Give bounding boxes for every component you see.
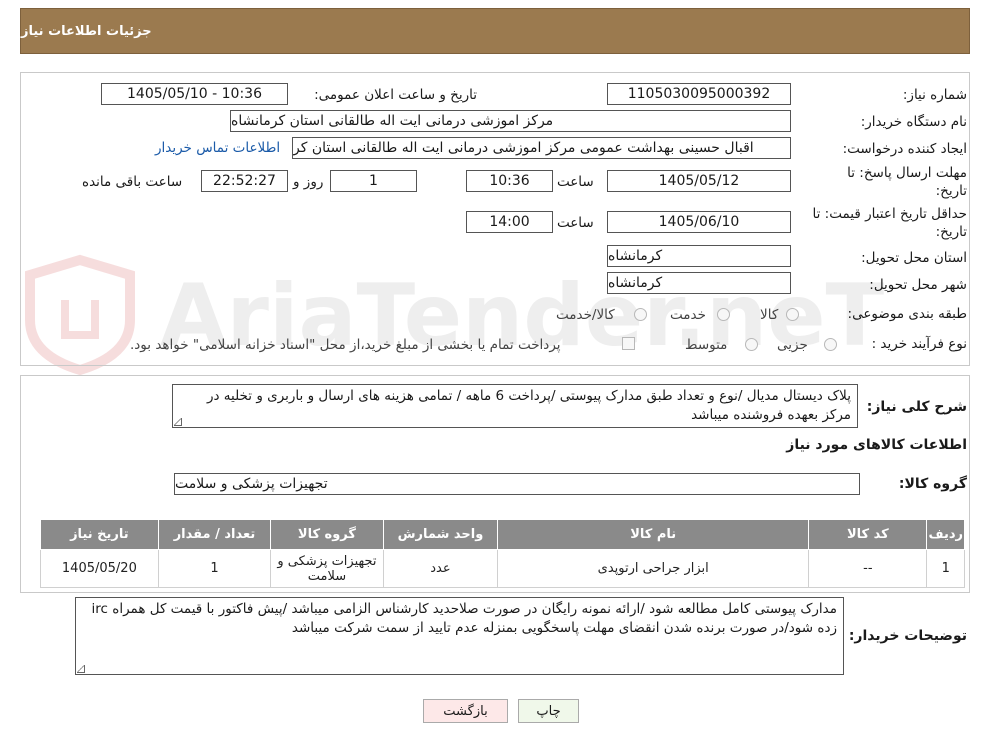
process-option-minor: جزیی (777, 337, 808, 353)
process-radio-minor[interactable] (824, 338, 837, 351)
process-label: نوع فرآیند خرید : (871, 336, 967, 352)
process-radio-medium[interactable] (745, 338, 758, 351)
cell-group: تجهیزات پزشکی و سلامت (270, 549, 384, 588)
cell-code: -- (808, 549, 928, 588)
buyer-field[interactable]: مرکز اموزشی درمانی ایت اله طالقانی استان… (230, 110, 791, 132)
category-label: طبقه بندی موضوعی: (847, 306, 967, 322)
validity-time-label: ساعت (557, 215, 594, 231)
summary-label: شرح کلی نیاز: (866, 399, 967, 415)
summary-text: پلاک دیستال مدیال /نوع و تعداد طبق مدارک… (206, 388, 851, 423)
summary-textarea[interactable]: پلاک دیستال مدیال /نوع و تعداد طبق مدارک… (172, 384, 858, 428)
col-header-row-no: ردیف (926, 519, 965, 550)
buyer-notes-label: توضیحات خریدار: (848, 628, 967, 644)
deadline-label-line1: مهلت ارسال پاسخ: تا (847, 165, 967, 181)
goods-section-title: اطلاعات کالاهای مورد نیاز (786, 437, 967, 453)
col-header-unit: واحد شمارش (382, 519, 499, 550)
page-header: جزئیات اطلاعات نیاز (20, 8, 970, 54)
category-option-goods: کالا (760, 307, 779, 323)
days-label: روز و (293, 174, 324, 190)
page-title: جزئیات اطلاعات نیاز (21, 23, 152, 39)
table-row: 1 -- ابزار جراحی ارتوپدی عدد تجهیزات پزش… (40, 549, 965, 588)
province-label: استان محل تحویل: (861, 250, 967, 266)
cell-row-no: 1 (926, 549, 965, 588)
col-header-name: نام کالا (497, 519, 810, 550)
items-table-header-row: ردیف کد کالا نام کالا واحد شمارش گروه کا… (40, 519, 965, 550)
need-number-label: شماره نیاز: (902, 87, 967, 103)
validity-time-field[interactable]: 14:00 (466, 211, 553, 233)
city-field[interactable]: کرمانشاه (607, 272, 791, 294)
treasury-payment-checkbox[interactable] (622, 337, 635, 350)
col-header-code: کد کالا (808, 519, 928, 550)
items-table: ردیف کد کالا نام کالا واحد شمارش گروه کا… (40, 519, 965, 588)
validity-date-field[interactable]: 1405/06/10 (607, 211, 791, 233)
category-radio-service[interactable] (717, 308, 730, 321)
cell-unit: عدد (382, 549, 499, 588)
deadline-time-field[interactable]: 10:36 (466, 170, 553, 192)
print-button[interactable]: چاپ (518, 699, 579, 723)
col-header-date: تاریخ نیاز (40, 519, 159, 550)
province-field[interactable]: کرمانشاه (607, 245, 791, 267)
announce-label: تاریخ و ساعت اعلان عمومی: (314, 87, 477, 103)
deadline-time-label: ساعت (557, 174, 594, 190)
summary-resize-handle[interactable] (174, 418, 182, 426)
cell-quantity: 1 (157, 549, 272, 588)
need-number-field[interactable]: 1105030095000392 (607, 83, 791, 105)
goods-group-label: گروه کالا: (898, 476, 967, 492)
buyer-label: نام دستگاه خریدار: (860, 114, 967, 130)
buyer-notes-resize-handle[interactable] (77, 665, 85, 673)
days-field[interactable]: 1 (330, 170, 417, 192)
cell-name: ابزار جراحی ارتوپدی (497, 549, 810, 588)
col-header-quantity: تعداد / مقدار (157, 519, 272, 550)
treasury-payment-note: پرداخت تمام یا بخشی از مبلغ خرید،از محل … (130, 337, 561, 353)
city-label: شهر محل تحویل: (869, 277, 967, 293)
creator-field[interactable]: اقبال حسینی بهداشت عمومی مرکز اموزشی درم… (292, 137, 791, 159)
buyer-contact-link[interactable]: اطلاعات تماس خریدار (155, 140, 280, 156)
category-radio-goods-service[interactable] (634, 308, 647, 321)
cell-date: 1405/05/20 (40, 549, 159, 588)
validity-label-line1: حداقل تاریخ اعتبار قیمت: تا (812, 206, 967, 222)
announce-field[interactable]: 1405/05/10 - 10:36 (101, 83, 288, 105)
validity-label-line2: تاریخ: (935, 224, 967, 240)
category-option-service: خدمت (670, 307, 706, 323)
deadline-label-line2: تاریخ: (935, 183, 967, 199)
process-option-medium: متوسط (685, 337, 728, 353)
creator-label: ایجاد کننده درخواست: (842, 141, 967, 157)
buyer-notes-text: مدارک پیوستی کامل مطالعه شود /ارائه نمون… (91, 601, 837, 636)
goods-group-field[interactable]: تجهیزات پزشکی و سلامت (174, 473, 860, 495)
category-option-goods-service: کالا/خدمت (556, 307, 615, 323)
buyer-notes-textarea[interactable]: مدارک پیوستی کامل مطالعه شود /ارائه نمون… (75, 597, 844, 675)
back-button[interactable]: بازگشت (423, 699, 508, 723)
col-header-group: گروه کالا (270, 519, 384, 550)
deadline-date-field[interactable]: 1405/05/12 (607, 170, 791, 192)
remaining-label: ساعت باقی مانده (82, 174, 183, 190)
category-radio-goods[interactable] (786, 308, 799, 321)
remaining-time-field[interactable]: 22:52:27 (201, 170, 288, 192)
